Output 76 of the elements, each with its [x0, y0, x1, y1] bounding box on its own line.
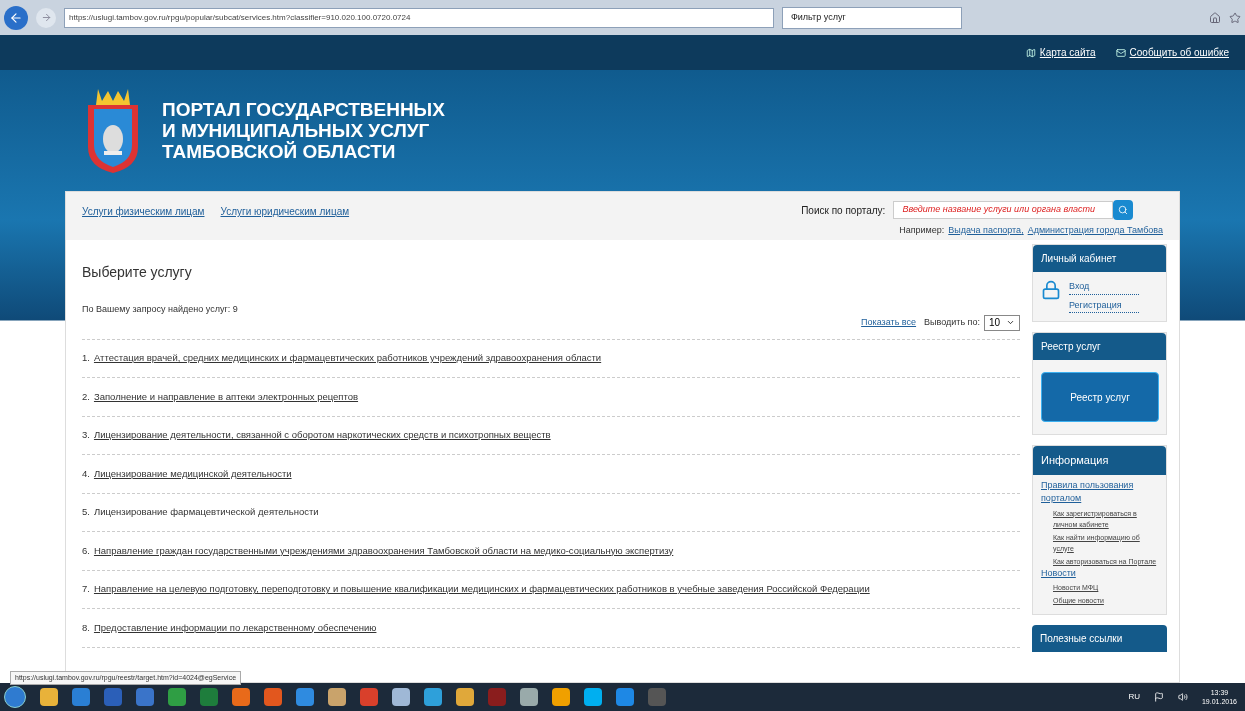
- service-link[interactable]: Лицензирование медицинской деятельности: [93, 466, 292, 481]
- panel-title: Информация: [1033, 446, 1166, 475]
- cabinet-link[interactable]: Вход: [1069, 280, 1139, 295]
- taskbar-app-icon[interactable]: [200, 688, 218, 706]
- registry-button[interactable]: Реестр услуг: [1041, 372, 1159, 422]
- browser-tab[interactable]: Фильтр услуг: [782, 6, 962, 29]
- search-icon: [1118, 205, 1129, 215]
- service-number: 3.: [82, 428, 90, 443]
- taskbar-app-icon[interactable]: [72, 688, 90, 706]
- example-link[interactable]: Администрация города Тамбова: [1027, 224, 1163, 238]
- taskbar-app-icon[interactable]: [168, 688, 186, 706]
- taskbar-app-icon[interactable]: [232, 688, 250, 706]
- service-number: 4.: [82, 466, 90, 481]
- service-link[interactable]: Заполнение и направление в аптеки электронных рецептов: [93, 389, 359, 404]
- padlock-icon: [1041, 280, 1061, 300]
- taskbar-app-icon[interactable]: [392, 688, 410, 706]
- service-number: 1.: [82, 351, 90, 366]
- search-label: Поиск по порталу:: [801, 203, 886, 218]
- forward-arrow-icon: [40, 12, 52, 23]
- taskbar-app-icon[interactable]: [616, 688, 634, 706]
- map-icon: [1025, 47, 1036, 58]
- service-number: 6.: [82, 543, 90, 558]
- per-page-select[interactable]: 10: [984, 314, 1020, 331]
- service-link[interactable]: Направление граждан государственными учреждениями здравоохранения Тамбовской области на медико-социальную экспертизу: [93, 543, 674, 558]
- back-button[interactable]: [4, 5, 28, 30]
- nav-link[interactable]: Услуги юридическим лицам: [220, 204, 350, 219]
- taskbar-app-icon[interactable]: [360, 688, 378, 706]
- page-heading: Выберите услугу: [82, 263, 193, 282]
- start-button[interactable]: [4, 686, 26, 708]
- search-field[interactable]: Введите название услуги или органа власти: [893, 201, 1114, 219]
- taskbar-app-icon[interactable]: [584, 688, 602, 706]
- speaker-icon[interactable]: [1177, 692, 1188, 702]
- show-all-link[interactable]: Показать все: [861, 315, 917, 330]
- cabinet-link[interactable]: Регистрация: [1069, 298, 1139, 313]
- mail-icon: [1115, 47, 1126, 58]
- taskbar-app-icon[interactable]: [328, 688, 346, 706]
- taskbar-app-icon[interactable]: [104, 688, 122, 706]
- service-link[interactable]: Аттестация врачей, средних медицинских и фармацевтических работников учреждений здравоохранения области: [93, 351, 602, 366]
- taskbar-app-icon[interactable]: [456, 688, 474, 706]
- flag-icon[interactable]: [1153, 692, 1164, 702]
- service-link[interactable]: Лицензирование фармацевтической деятельности: [93, 505, 319, 520]
- portal-title: ПОРТАЛ ГОСУДАРСТВЕННЫХ И МУНИЦИПАЛЬНЫХ УСЛУГ ТАМБОВСКОЙ ОБЛАСТИ: [162, 99, 445, 162]
- example-link[interactable]: Выдача паспорта,: [948, 224, 1024, 238]
- address-bar[interactable]: https://uslugi.tambov.gov.ru/rpgu/popular/subcat/services.htm?classifier=910.020.100.0720.0724: [64, 7, 774, 28]
- service-number: 8.: [82, 620, 90, 635]
- forward-button[interactable]: [36, 7, 56, 28]
- service-number: 2.: [82, 389, 90, 404]
- star-icon[interactable]: [1229, 11, 1241, 24]
- top-link[interactable]: Карта сайта: [1039, 45, 1096, 60]
- info-link[interactable]: Новости: [1041, 566, 1158, 580]
- taskbar-app-icon[interactable]: [296, 688, 314, 706]
- service-link[interactable]: Направление на целевую подготовку, переподготовку и повышение квалификации медицинских и фармацевтических работников в учебные заведения Российской Федерации: [93, 582, 870, 597]
- example-label: Например:: [899, 224, 945, 237]
- taskbar-app-icon[interactable]: [424, 688, 442, 706]
- taskbar-app-icon[interactable]: [520, 688, 538, 706]
- search-button[interactable]: [1113, 200, 1134, 220]
- home-icon[interactable]: [1209, 11, 1221, 24]
- service-number: 7.: [82, 582, 90, 597]
- taskbar-app-icon[interactable]: [136, 688, 154, 706]
- panel-title: Личный кабинет: [1033, 245, 1166, 272]
- taskbar-app-icon[interactable]: [552, 688, 570, 706]
- top-link[interactable]: Сообщить об ошибке: [1129, 45, 1229, 60]
- useful-links-panel: Полезные ссылки: [1032, 625, 1167, 652]
- info-link[interactable]: Правила пользования порталом: [1041, 478, 1158, 506]
- taskbar-app-icon[interactable]: [264, 688, 282, 706]
- chevron-down-icon: [1006, 318, 1015, 327]
- taskbar-app-icon[interactable]: [648, 688, 666, 706]
- service-link[interactable]: Лицензирование деятельности, связанной с оборотом наркотических средств и психотропных веществ: [93, 428, 551, 443]
- nav-link[interactable]: Услуги физическим лицам: [82, 204, 205, 219]
- service-link[interactable]: Предоставление информации по лекарственному обеспечению: [93, 620, 377, 635]
- panel-title: Реестр услуг: [1033, 333, 1166, 360]
- per-page-label: Выводить по:: [924, 315, 980, 329]
- service-number: 5.: [82, 505, 90, 520]
- results-count: По Вашему запросу найдено услуг: 9: [82, 303, 239, 316]
- language-indicator[interactable]: RU: [1128, 691, 1140, 703]
- taskbar-app-icon[interactable]: [40, 688, 58, 706]
